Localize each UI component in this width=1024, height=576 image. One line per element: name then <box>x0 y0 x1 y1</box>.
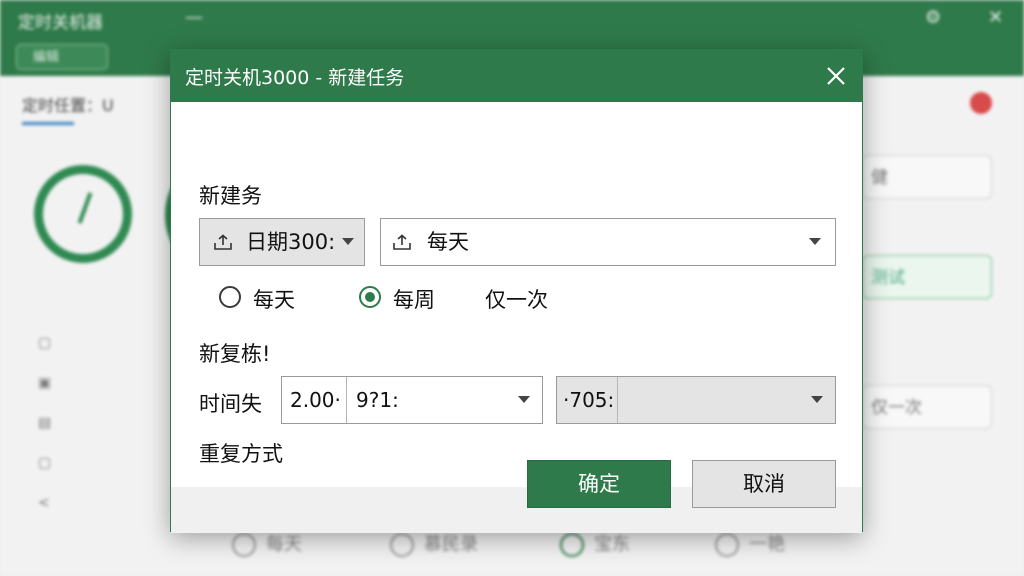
chevron-down-icon <box>342 238 354 245</box>
minimize-icon: — <box>185 7 203 28</box>
close-button[interactable] <box>820 60 852 92</box>
time-label: 时间失 <box>199 392 262 416</box>
background-field: 测试 <box>862 255 992 299</box>
background-radio: 一艳 <box>715 530 785 557</box>
time-dropdown[interactable]: 2.00· 9?1: <box>281 376 543 424</box>
radio-weekly-label: 每周 <box>393 288 435 312</box>
tray-icon <box>214 234 232 250</box>
dialog-title: 定时关机3000 - 新建任务 <box>185 67 405 89</box>
clock-icon <box>34 165 132 263</box>
back-icon: < <box>38 495 50 511</box>
frequency-dropdown-value: 每天 <box>427 230 469 254</box>
cancel-button[interactable]: 取消 <box>692 460 836 508</box>
background-tab-underline <box>22 122 74 125</box>
chevron-down-icon <box>518 396 530 403</box>
radio-weekly[interactable]: 每周 <box>359 284 459 312</box>
repeat-mode-label: 重复方式 <box>199 442 283 466</box>
dialog-titlebar: 定时关机3000 - 新建任务 <box>171 50 862 102</box>
time-hour-field[interactable]: 2.00· <box>290 377 341 423</box>
background-radio: 每天 <box>232 530 302 557</box>
background-titlebar: 定时关机器 — ⚙ ✕ <box>0 0 1024 40</box>
field-divider <box>617 377 618 423</box>
repeat-dropdown[interactable]: ·705: <box>556 376 836 424</box>
close-icon <box>827 67 845 85</box>
chevron-down-icon <box>811 396 823 403</box>
side-icon: ▣ <box>38 375 52 391</box>
time-minute-field[interactable]: 9?1: <box>356 377 399 423</box>
background-radio: 慕民录 <box>390 530 478 557</box>
new-task-label: 新建务 <box>199 184 262 208</box>
tray-icon <box>393 234 411 250</box>
background-label: 定时任置：U <box>22 96 114 115</box>
background-radio: 宝东 <box>560 530 630 557</box>
dialog-body: 新建务 日期300: 每天 每天 每周 仅一次 新复栋! 时间失 2.00· 9… <box>171 102 862 487</box>
background-field: 健 <box>862 155 992 199</box>
background-tab: 编辑 <box>16 44 108 70</box>
record-icon <box>970 92 992 114</box>
close-icon: ✕ <box>988 7 1004 28</box>
radio-daily-label: 每天 <box>253 288 295 312</box>
radio-once-label: 仅一次 <box>485 288 548 312</box>
date-dropdown[interactable]: 日期300: <box>199 218 365 266</box>
date-dropdown-value: 日期300: <box>246 230 336 254</box>
side-icon: ▢ <box>38 455 52 471</box>
repeat-section-label: 新复栋! <box>199 342 271 366</box>
radio-circle-checked <box>359 286 381 308</box>
side-icon: ▤ <box>38 415 52 431</box>
radio-daily[interactable]: 每天 <box>219 284 319 312</box>
frequency-dropdown[interactable]: 每天 <box>380 218 836 266</box>
chevron-down-icon <box>809 238 821 245</box>
repeat-dropdown-value: ·705: <box>563 388 615 412</box>
radio-once[interactable]: 仅一次 <box>451 284 571 312</box>
background-field: 仅一次 <box>862 385 992 429</box>
new-task-dialog: 定时关机3000 - 新建任务 新建务 日期300: 每天 每天 每周 仅一次 … <box>170 49 863 533</box>
field-divider <box>346 377 347 423</box>
ok-button[interactable]: 确定 <box>527 460 671 508</box>
radio-circle <box>219 286 241 308</box>
background-title: 定时关机器 <box>18 13 103 33</box>
side-icon: ▢ <box>38 335 52 351</box>
gear-icon: ⚙ <box>925 7 942 28</box>
